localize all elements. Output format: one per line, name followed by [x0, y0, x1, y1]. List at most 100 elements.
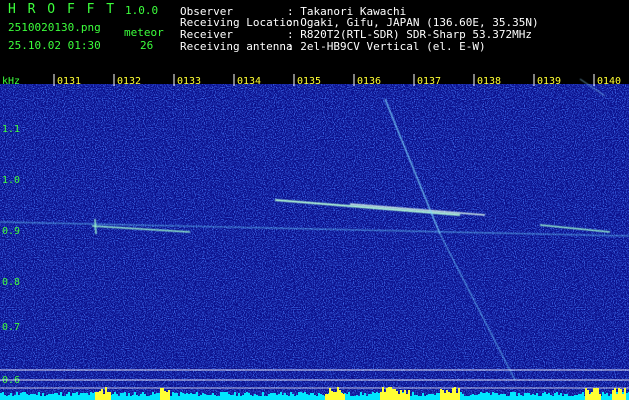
noise-floor-segment [226, 392, 228, 400]
noise-floor-segment [482, 393, 484, 400]
noise-floor-segment [46, 395, 48, 400]
noise-floor-segment [488, 393, 490, 400]
noise-floor-peak [388, 387, 390, 400]
noise-floor-peak [612, 390, 614, 400]
noise-floor-segment [58, 395, 60, 400]
file-name: 2510020130.png [8, 21, 101, 34]
noise-floor-segment [492, 392, 494, 400]
noise-floor-peak [166, 392, 168, 400]
meteor-label: meteor [124, 26, 164, 39]
noise-floor-segment [428, 394, 430, 400]
noise-floor-segment [304, 392, 306, 400]
noise-floor-segment [490, 395, 492, 400]
noise-floor-segment [262, 392, 264, 400]
noise-floor-segment [144, 394, 146, 400]
noise-floor-peak [382, 387, 384, 400]
noise-floor-segment [244, 393, 246, 400]
location-label: Receiving Location [180, 16, 300, 29]
noise-floor-segment [128, 393, 130, 400]
noise-floor-segment [538, 396, 540, 400]
noise-floor-segment [460, 392, 462, 400]
noise-floor-peak [454, 387, 456, 400]
noise-floor-peak [396, 391, 398, 400]
noise-floor-peak [99, 391, 101, 400]
noise-floor-segment [364, 393, 366, 400]
noise-floor-segment [134, 392, 136, 400]
noise-floor-peak [624, 388, 626, 400]
noise-floor-segment [272, 393, 274, 400]
noise-floor-segment [170, 396, 172, 400]
noise-floor-segment [558, 395, 560, 400]
noise-floor-segment [582, 392, 584, 400]
noise-floor-peak [452, 388, 454, 400]
noise-floor-segment [512, 392, 514, 400]
time-label-0137: 0137 [417, 76, 441, 87]
noise-floor-segment [44, 396, 46, 400]
noise-floor-segment [8, 395, 10, 400]
noise-floor-segment [480, 392, 482, 400]
noise-floor-segment [124, 392, 126, 400]
noise-floor-peak [614, 388, 616, 400]
noise-floor-peak [103, 394, 105, 400]
time-label-0139: 0139 [537, 76, 561, 87]
noise-floor-segment [68, 392, 70, 400]
noise-floor-peak [331, 391, 333, 400]
noise-floor-segment [516, 396, 518, 400]
noise-floor-peak [327, 394, 329, 400]
noise-floor-segment [464, 396, 466, 400]
noise-floor-segment [192, 394, 194, 400]
noise-floor-peak [394, 389, 396, 400]
noise-floor-peak [329, 388, 331, 400]
noise-floor-segment [56, 393, 58, 400]
noise-floor-segment [286, 395, 288, 400]
noise-floor-peak [585, 388, 587, 400]
noise-floor-segment [130, 396, 132, 400]
noise-floor-peak [380, 392, 382, 400]
noise-floor-segment [148, 396, 150, 400]
noise-floor-segment [572, 396, 574, 400]
noise-floor-segment [550, 395, 552, 400]
noise-floor-segment [528, 393, 530, 400]
noise-floor-segment [30, 394, 32, 400]
noise-floor-segment [76, 392, 78, 400]
noise-floor-segment [140, 394, 142, 400]
noise-floor-segment [520, 395, 522, 400]
noise-floor-segment [426, 395, 428, 400]
noise-floor-segment [38, 392, 40, 400]
noise-floor-segment [52, 394, 54, 400]
noise-speckle [0, 74, 629, 400]
noise-floor-peak [458, 388, 460, 400]
noise-floor-segment [158, 393, 160, 400]
noise-floor-segment [314, 395, 316, 400]
noise-floor-peak [101, 389, 103, 400]
noise-floor-peak [343, 394, 345, 400]
noise-floor-segment [196, 392, 198, 400]
noise-floor-segment [372, 392, 374, 400]
noise-floor-segment [548, 393, 550, 400]
noise-floor-peak [400, 390, 402, 400]
noise-floor-segment [506, 396, 508, 400]
noise-floor-segment [602, 392, 604, 400]
noise-floor-segment [146, 396, 148, 400]
noise-floor-peak [599, 394, 601, 400]
spectrogram-svg: 0131 0132 0133 0134 0135 0136 0137 0138 0139 0140… [0, 74, 629, 400]
noise-floor-segment [568, 396, 570, 400]
noise-floor-segment [308, 395, 310, 400]
noise-floor-segment [312, 393, 314, 400]
noise-floor-segment [540, 396, 542, 400]
time-label-0140: 0140 [597, 76, 621, 87]
hrofft-window: H R O F F T 1.0.0 2510020130.png meteor … [0, 0, 629, 400]
noise-floor-segment [42, 393, 44, 400]
freq-label-0.9: 0.9 [2, 226, 20, 237]
noise-floor-segment [292, 394, 294, 400]
noise-floor-segment [62, 396, 64, 400]
noise-floor-segment [474, 395, 476, 400]
noise-floor-segment [346, 394, 348, 400]
noise-floor-segment [40, 396, 42, 400]
noise-floor-segment [530, 395, 532, 400]
noise-floor-segment [86, 393, 88, 400]
time-label-0134: 0134 [237, 76, 261, 87]
noise-floor-peak [591, 392, 593, 400]
noise-floor-peak [339, 390, 341, 400]
noise-floor-segment [502, 394, 504, 400]
